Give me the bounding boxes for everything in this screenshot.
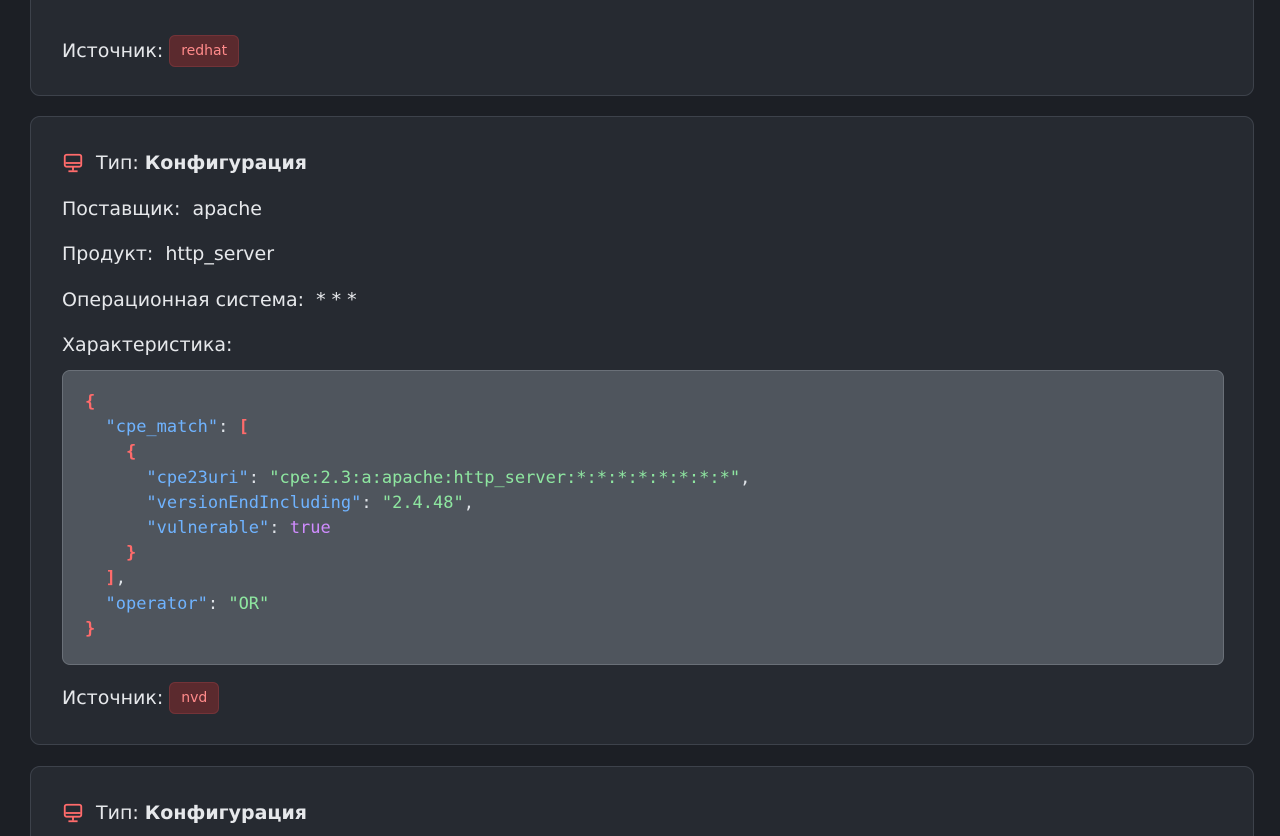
- monitor-icon: [63, 803, 83, 823]
- product-label: Продукт:: [62, 243, 154, 265]
- product-row: Продукт: http_server: [62, 242, 274, 266]
- json-open-bracket: [: [238, 417, 249, 438]
- type-value: Конфигурация: [144, 802, 307, 824]
- json-code-block[interactable]: { "cpe_match": [ { "cpe23uri": "cpe:2.3:…: [62, 370, 1224, 665]
- type-value: Конфигурация: [144, 152, 307, 174]
- source-badge[interactable]: redhat: [169, 35, 240, 67]
- json-key-cpe-match: "cpe_match": [105, 417, 219, 438]
- json-key-operator: "operator": [105, 593, 208, 614]
- product-value: http_server: [165, 243, 275, 265]
- source-badge[interactable]: nvd: [169, 682, 220, 714]
- previous-card: Источник: redhat: [30, 0, 1254, 96]
- type-row: Тип: Конфигурация: [62, 801, 307, 825]
- json-key-vulnerable: "vulnerable": [146, 518, 270, 539]
- source-label: Источник:: [62, 687, 164, 709]
- json-key-version: "versionEndIncluding": [146, 492, 362, 513]
- json-close-bracket: ]: [105, 568, 116, 589]
- spec-label: Характеристика:: [62, 334, 233, 356]
- os-label: Операционная система:: [62, 289, 305, 311]
- vendor-label: Поставщик:: [62, 198, 181, 220]
- source-row: Источник: redhat: [62, 35, 240, 67]
- type-row: Тип: Конфигурация: [62, 151, 307, 175]
- os-row: Операционная система: * * *: [62, 288, 357, 312]
- vendor-row: Поставщик: apache: [62, 197, 262, 221]
- next-configuration-card: Тип: Конфигурация: [30, 766, 1254, 836]
- vendor-value: apache: [192, 198, 262, 220]
- configuration-card: Тип: Конфигурация Поставщик: apache Прод…: [30, 116, 1254, 745]
- json-inner-open-brace: {: [125, 442, 137, 463]
- page: Источник: redhat Тип: Конфигурация Поста…: [0, 0, 1280, 836]
- json-inner-close-brace: }: [125, 543, 137, 564]
- json-value-vulnerable: true: [289, 518, 331, 539]
- os-value: * * *: [316, 289, 357, 311]
- json-value-operator: "OR": [228, 593, 270, 614]
- json-key-cpe23uri: "cpe23uri": [146, 467, 249, 488]
- json-value-version: "2.4.48": [381, 492, 464, 513]
- type-label: Тип:: [96, 152, 139, 174]
- monitor-icon: [63, 153, 83, 173]
- json-open-brace: {: [85, 392, 96, 412]
- source-row: Источник: nvd: [62, 682, 220, 714]
- source-label: Источник:: [62, 40, 164, 62]
- json-value-cpe23uri: "cpe:2.3:a:apache:http_server:*:*:*:*:*:…: [269, 467, 741, 488]
- type-label: Тип:: [96, 802, 139, 824]
- json-close-brace: }: [85, 618, 96, 639]
